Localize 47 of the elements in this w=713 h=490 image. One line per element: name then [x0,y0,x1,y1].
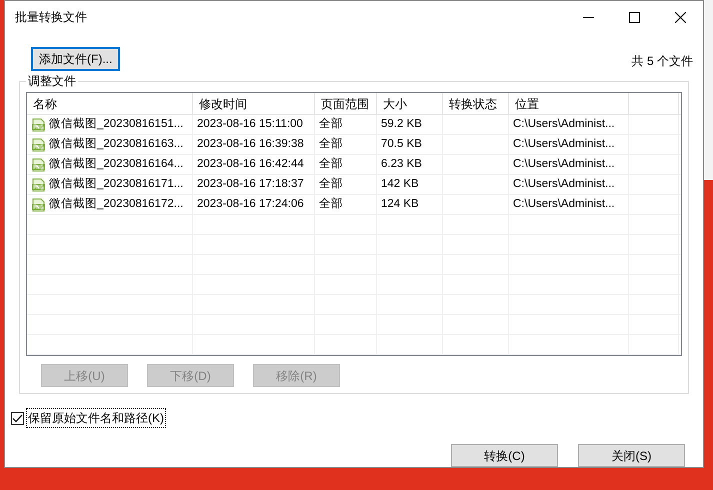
table-cell-text: 全部 [319,196,343,212]
table-cell-text: 59.2 KB [381,116,422,132]
png-file-icon [31,158,47,172]
table-cell-text: 2023-08-16 17:24:06 [197,196,304,212]
group-title: 调整文件 [26,73,78,89]
close-icon [674,12,686,22]
checkbox[interactable] [11,412,24,424]
table-cell-text: 微信截图_20230816171... [49,176,184,192]
table-cell-text: C:\Users\Administ... [513,156,615,172]
table-cell-text: 124 KB [381,196,419,212]
table-cell-text: 70.5 KB [381,136,422,152]
table-cell-text: 2023-08-16 17:18:37 [197,176,304,192]
table-cell-text: C:\Users\Administ... [513,176,615,192]
table-cell-text: 全部 [319,116,343,132]
table-cell-text: 2023-08-16 16:42:44 [197,156,304,172]
column-header[interactable]: 页面范围 [315,93,377,115]
table-cell-text: 微信截图_20230816164... [49,156,184,172]
table-cell-text: 微信截图_20230816172... [49,196,184,212]
table-cell-text: 全部 [319,176,343,192]
maximize-icon [628,12,640,22]
table-cell-text: 全部 [319,156,343,172]
png-file-icon [31,198,47,212]
table-cell-text: C:\Users\Administ... [513,196,615,212]
table-cell-text: C:\Users\Administ... [513,136,615,152]
png-file-icon [31,118,47,132]
dialog-button[interactable]: 转换(C) [451,444,558,467]
dialog-button[interactable]: 关闭(S) [578,444,685,467]
table-cell-text: 2023-08-16 15:11:00 [197,116,303,132]
table-cell-text: 142 KB [381,176,419,192]
png-file-icon [31,178,47,192]
column-header[interactable]: 位置 [509,93,629,115]
add-files-button[interactable]: 添加文件(F)... [31,47,120,71]
table-cell-text: 微信截图_20230816151... [49,116,184,132]
table-cell-text: 微信截图_20230816163... [49,136,184,152]
file-count: 共 5 个文件 [632,53,693,70]
column-header[interactable]: 名称 [27,93,193,115]
png-file-icon [31,138,47,152]
table-cell-text: C:\Users\Administ... [513,116,615,132]
column-header[interactable]: 转换状态 [443,93,509,115]
table-cell-text: 6.23 KB [381,156,422,172]
table-cell-text: 2023-08-16 16:39:38 [197,136,304,152]
checkbox-label: 保留原始文件名和路径(K) [26,408,166,428]
window-title: 批量转换文件 [15,9,88,26]
column-header[interactable]: 修改时间 [193,93,315,115]
table-cell-text: 全部 [319,136,343,152]
column-header[interactable]: 大小 [377,93,443,115]
minimize-icon [582,16,594,18]
